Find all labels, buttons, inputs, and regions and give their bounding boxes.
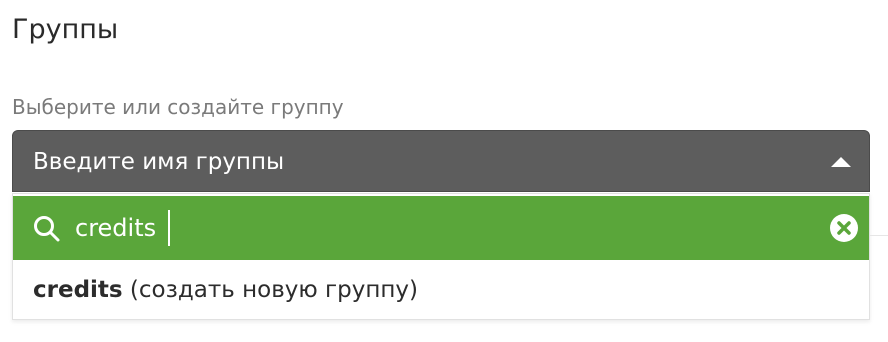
text-cursor [168, 210, 170, 246]
group-field-label: Выберите или создайте группу [12, 95, 344, 119]
section-title: Группы [12, 14, 119, 45]
create-group-option-suffix: (создать новую группу) [122, 277, 419, 303]
clear-icon[interactable] [829, 213, 859, 243]
create-group-option-name: credits [33, 277, 123, 303]
group-dropdown: credits (создать новую группу) [12, 193, 870, 320]
divider [870, 235, 888, 236]
search-icon [34, 216, 60, 242]
create-group-option[interactable]: credits (создать новую группу) [13, 260, 869, 320]
group-search-input[interactable] [75, 206, 795, 250]
group-select-box[interactable]: Введите имя группы [12, 130, 870, 192]
group-select-value: Введите имя группы [33, 149, 285, 175]
group-search-bar [13, 196, 869, 260]
chevron-up-icon[interactable] [831, 157, 851, 167]
page: Группы Выберите или создайте группу Введ… [0, 0, 888, 342]
